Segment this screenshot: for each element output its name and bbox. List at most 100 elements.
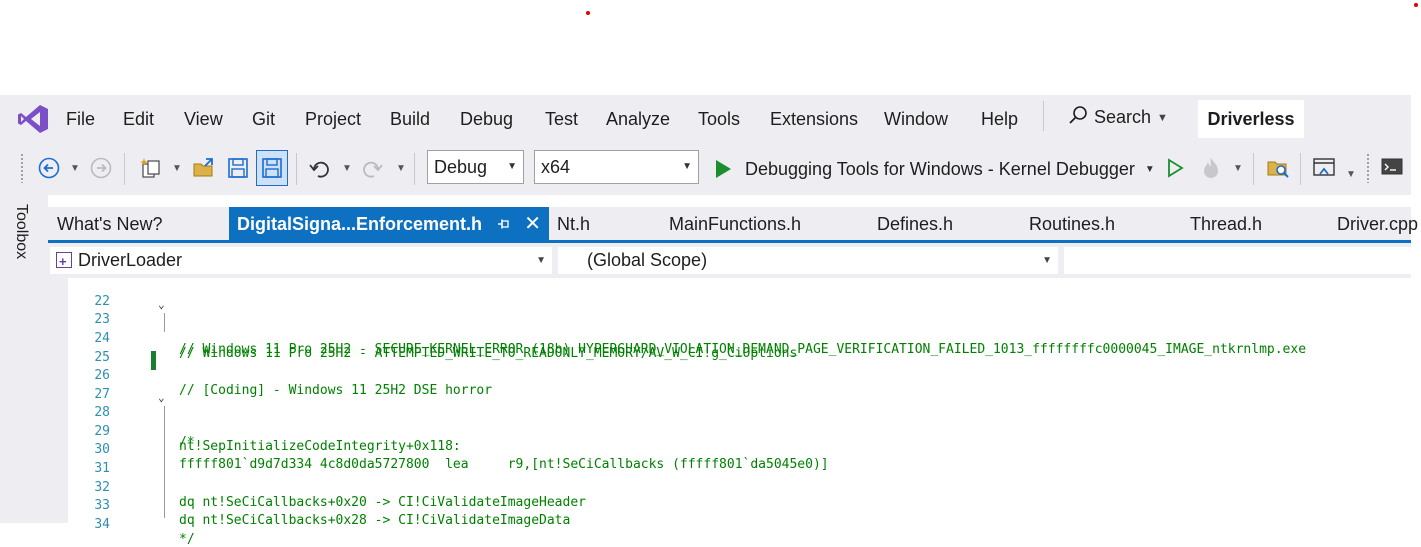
platform-value: x64 (541, 157, 571, 177)
menu-analyze[interactable]: Analyze (606, 109, 670, 130)
browser-link-button[interactable] (1310, 155, 1338, 181)
solution-platform-select[interactable]: x64 ▼ (534, 150, 699, 184)
solution-configuration-select[interactable]: Debug ▼ (427, 150, 524, 184)
chevron-down-icon: ▼ (682, 161, 692, 172)
code-line: 34 */ (68, 502, 194, 547)
close-icon[interactable]: ✕ (524, 207, 541, 241)
open-folder-icon (193, 158, 213, 177)
code-line: 27 (68, 372, 110, 402)
save-all-button[interactable] (256, 150, 288, 186)
new-dropdown-chevron-icon[interactable]: ▼ (172, 163, 182, 174)
tab-thread-h[interactable]: Thread.h (1190, 207, 1262, 240)
code-line: 30 fffff801`d9d7d334 4c8d0da5727800 lea … (68, 427, 828, 472)
menu-view[interactable]: View (184, 109, 223, 130)
browser-window-icon (1313, 158, 1335, 176)
redo-dropdown-chevron-icon[interactable]: ▼ (396, 163, 406, 174)
toolbar-separator (1300, 153, 1301, 185)
open-file-button[interactable] (190, 155, 218, 181)
code-text: nt!SepInitializeCodeIntegrity+0x118: (179, 439, 461, 454)
toolbar-overflow-chevron-icon[interactable]: ▼ (1346, 169, 1356, 180)
scope-value: (Global Scope) (587, 250, 708, 270)
code-line: 33 dq nt!SeCiCallbacks+0x28 -> CI!CiVali… (68, 483, 570, 528)
terminal-icon (1381, 158, 1403, 175)
play-outline-icon (1168, 158, 1184, 178)
pin-icon[interactable] (497, 217, 511, 231)
hot-reload-button[interactable] (1197, 155, 1225, 181)
chevron-down-icon: ▼ (1042, 255, 1052, 266)
change-tracking-bar (151, 351, 156, 370)
toolbar-separator (296, 153, 297, 185)
visual-studio-logo-icon[interactable] (17, 104, 49, 134)
back-arrow-icon (38, 157, 60, 179)
tab-mainfunctions-h[interactable]: MainFunctions.h (669, 207, 801, 240)
new-project-icon (140, 158, 160, 178)
undo-button[interactable] (306, 155, 332, 181)
start-without-debugging-button[interactable] (1162, 155, 1188, 181)
navigate-forward-button[interactable] (88, 155, 114, 181)
tab-driver-cpp[interactable]: Driver.cpp (1337, 207, 1418, 240)
menu-debug[interactable]: Debug (460, 109, 513, 130)
menu-help[interactable]: Help (981, 109, 1018, 130)
collapse-chevron-icon[interactable]: ⌄ (158, 391, 165, 404)
code-text: dq nt!SeCiCallbacks+0x28 -> CI!CiValidat… (179, 513, 571, 528)
menu-project[interactable]: Project (305, 109, 361, 130)
menu-window[interactable]: Window (884, 109, 948, 130)
project-select[interactable]: DriverLoader ▼ (50, 247, 552, 275)
cpp-project-icon (56, 248, 72, 275)
member-select[interactable] (1064, 247, 1411, 274)
collapse-chevron-icon[interactable]: ⌄ (158, 298, 165, 311)
navigate-back-button[interactable] (36, 155, 62, 181)
undo-icon (309, 161, 329, 178)
code-line: 32 dq nt!SeCiCallbacks+0x20 -> CI!CiVali… (68, 465, 586, 510)
document-tab-bar: What's New? DigitalSigna...Enforcement.h… (48, 207, 1418, 240)
hot-reload-chevron-icon[interactable]: ▼ (1233, 163, 1243, 174)
code-text: fffff801`d9d7d334 4c8d0da5727800 lea r9,… (179, 457, 829, 472)
editor-margin (48, 278, 68, 523)
debug-target-chevron-icon[interactable]: ▼ (1145, 164, 1155, 175)
toolbar-separator (124, 153, 125, 185)
tab-whats-new[interactable]: What's New? (57, 207, 162, 240)
tab-nt-h[interactable]: Nt.h (557, 207, 590, 240)
menu-build[interactable]: Build (390, 109, 430, 130)
new-project-button[interactable] (138, 155, 166, 181)
scope-select[interactable]: (Global Scope) ▼ (558, 247, 1058, 274)
folder-search-icon (1267, 161, 1289, 178)
code-text: dq nt!SeCiCallbacks+0x20 -> CI!CiValidat… (179, 495, 586, 510)
menu-git[interactable]: Git (252, 109, 275, 130)
line-number: 34 (94, 517, 110, 532)
search-button[interactable]: Search ▼ (1068, 105, 1168, 128)
tab-defines-h[interactable]: Defines.h (877, 207, 953, 240)
tab-digital-signature-enforcement[interactable]: DigitalSigna...Enforcement.h ✕ (229, 207, 549, 240)
toolbar-grip[interactable] (20, 153, 24, 183)
menu-test[interactable]: Test (545, 109, 578, 130)
search-icon (1069, 106, 1087, 124)
menu-edit[interactable]: Edit (123, 109, 154, 130)
save-all-icon (262, 158, 282, 178)
redo-icon (363, 161, 383, 178)
menu-bar: File Edit View Git Project Build Debug T… (0, 95, 1411, 143)
find-in-files-button[interactable] (1264, 155, 1292, 181)
tab-routines-h[interactable]: Routines.h (1029, 207, 1115, 240)
solution-name[interactable]: Driverless (1198, 100, 1304, 138)
outlining-guide (164, 313, 165, 332)
search-label: Search (1094, 107, 1152, 127)
menu-file[interactable]: File (66, 109, 95, 130)
code-line: 28 ⌄ /* (68, 390, 194, 450)
menu-separator (1043, 101, 1044, 131)
toolbar-separator (1253, 153, 1254, 185)
code-editor[interactable] (48, 278, 1411, 523)
undo-dropdown-chevron-icon[interactable]: ▼ (342, 163, 352, 174)
menu-tools[interactable]: Tools (698, 109, 740, 130)
menu-extensions[interactable]: Extensions (770, 109, 858, 130)
start-debugging-button[interactable]: Debugging Tools for Windows - Kernel Deb… (712, 155, 1155, 183)
project-value: DriverLoader (78, 250, 183, 270)
red-dot-marker (1414, 3, 1418, 7)
save-icon (228, 158, 248, 178)
output-window-button[interactable] (1378, 155, 1406, 181)
code-line: 24 // Windows 11 Pro 25H2 - ATTEMPTED_WR… (68, 316, 797, 361)
toolbar-grip[interactable] (1366, 153, 1370, 183)
save-button[interactable] (224, 155, 252, 181)
back-dropdown-chevron-icon[interactable]: ▼ (70, 163, 80, 174)
redo-button[interactable] (360, 155, 386, 181)
toolbox-tab[interactable]: Toolbox (12, 204, 30, 259)
